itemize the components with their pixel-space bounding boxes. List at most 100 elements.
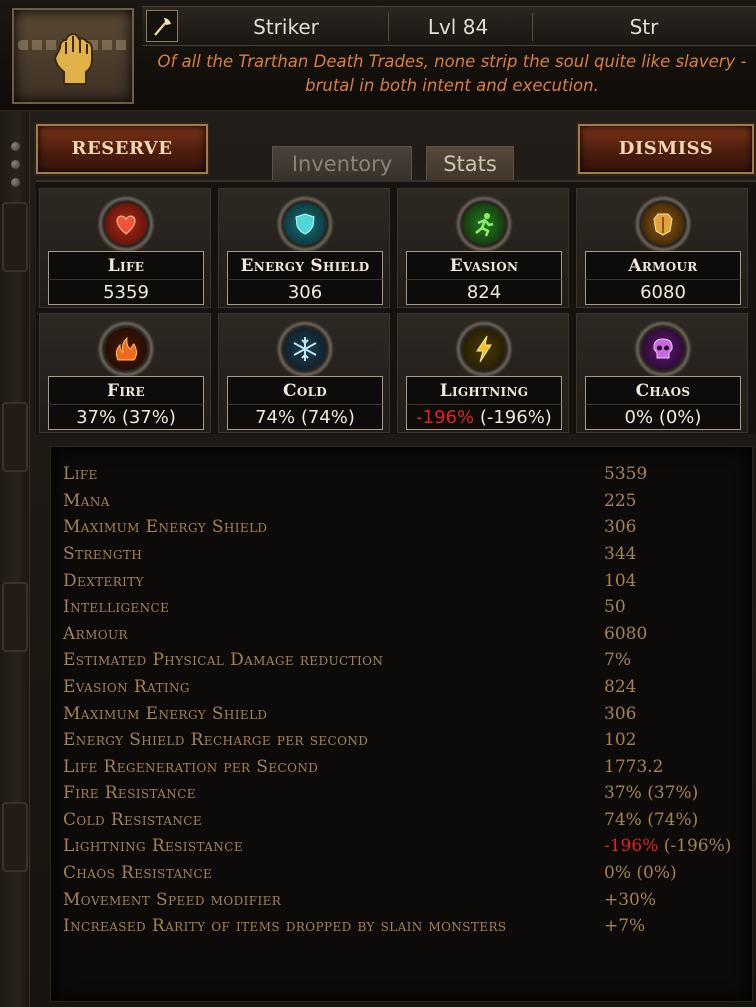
stat-row: Chaos Resistance 0% (0%): [51, 860, 751, 887]
stat-value: +30%: [604, 890, 657, 910]
card-value: 74% (74%): [227, 404, 383, 430]
stat-row: Life Regeneration per Second 1773.2: [51, 754, 751, 781]
dismiss-button[interactable]: DISMISS: [578, 124, 754, 174]
negative-value: -196%: [604, 836, 659, 856]
chained-fist-icon: [52, 30, 96, 86]
card-value: 306: [227, 279, 383, 305]
reserve-button[interactable]: RESERVE: [36, 124, 208, 174]
stat-name: Lightning Resistance: [63, 836, 244, 856]
chaos-skull-icon: [634, 320, 692, 378]
stat-row: Maximum Energy Shield 306: [51, 514, 751, 541]
card-evasion: Evasion 824: [397, 188, 569, 308]
stat-row: Cold Resistance 74% (74%): [51, 807, 751, 834]
header-bar: Striker Lvl 84 Str: [142, 6, 756, 46]
defence-cards: Life 5359 Energy Shield 306 Evasion 824 …: [36, 180, 756, 434]
stat-row: Strength 344: [51, 541, 751, 568]
stat-row: Life 5359: [51, 461, 751, 488]
stat-row: Maximum Energy Shield 306: [51, 701, 751, 728]
value-rest: (-196%): [474, 407, 552, 428]
stat-value: -196% (-196%): [604, 833, 731, 860]
stat-name: Life: [63, 464, 98, 484]
stat-name: Dexterity: [63, 571, 144, 591]
hireling-level: Lvl 84: [427, 15, 489, 39]
stat-name: Chaos Resistance: [63, 863, 213, 883]
card-label: Evasion: [406, 251, 562, 279]
stat-value: 50: [604, 597, 626, 617]
card-life: Life 5359: [39, 188, 211, 308]
strap: [2, 802, 28, 872]
stat-row: Energy Shield Recharge per second 102: [51, 727, 751, 754]
stat-value: 5359: [604, 464, 648, 484]
card-fire: Fire 37% (37%): [39, 313, 211, 433]
card-value: 5359: [48, 279, 204, 305]
card-label: Life: [48, 251, 204, 279]
energy-shield-icon: [276, 195, 334, 253]
card-label: Armour: [585, 251, 741, 279]
stat-value: 344: [604, 544, 637, 564]
stat-value: 306: [604, 517, 637, 537]
stat-name: Intelligence: [63, 597, 170, 617]
portrait: [12, 8, 134, 104]
stat-name: Strength: [63, 544, 143, 564]
stat-row: Dexterity 104: [51, 568, 751, 595]
snowflake-icon: [276, 320, 334, 378]
card-value: -196% (-196%): [406, 404, 562, 430]
stat-row: Mana 225: [51, 488, 751, 515]
hireling-header: Striker Lvl 84 Str Of all the Trarthan D…: [0, 0, 756, 112]
rivet: [11, 160, 20, 169]
stat-name: Cold Resistance: [63, 810, 203, 830]
axe-icon: [146, 10, 178, 42]
stat-row: Movement Speed modifier +30%: [51, 887, 751, 914]
tab-inventory[interactable]: Inventory: [272, 146, 412, 182]
stat-value: 6080: [604, 624, 648, 644]
stat-value: 824: [604, 677, 637, 697]
stat-name: Fire Resistance: [63, 783, 196, 803]
stat-name: Armour: [63, 624, 128, 644]
card-cold: Cold 74% (74%): [218, 313, 390, 433]
stat-name: Evasion Rating: [63, 677, 190, 697]
stat-name: Life Regeneration per Second: [63, 757, 319, 777]
hireling-attribute: Str: [629, 15, 659, 39]
flavor-line: Of all the Trarthan Death Trades, none s…: [157, 52, 747, 71]
stat-value: +7%: [604, 916, 646, 936]
card-energy-shield: Energy Shield 306: [218, 188, 390, 308]
card-value: 0% (0%): [585, 404, 741, 430]
lightning-bolt-icon: [455, 320, 513, 378]
rivet: [11, 142, 20, 151]
stat-value: 104: [604, 571, 637, 591]
stat-name: Mana: [63, 491, 110, 511]
stat-name: Increased Rarity of items dropped by sla…: [63, 916, 507, 936]
stat-name: Maximum Energy Shield: [63, 517, 268, 537]
chest-armour-icon: [634, 195, 692, 253]
stat-value: 102: [604, 730, 637, 750]
flame-icon: [97, 320, 155, 378]
stat-name: Estimated Physical Damage reduction: [63, 650, 384, 670]
strap: [2, 402, 28, 472]
card-value: 37% (37%): [48, 404, 204, 430]
stat-name: Maximum Energy Shield: [63, 704, 268, 724]
negative-value: -196%: [416, 407, 475, 428]
running-figure-icon: [455, 195, 513, 253]
rivet: [11, 178, 20, 187]
stat-row: Evasion Rating 824: [51, 674, 751, 701]
stat-value: 306: [604, 704, 637, 724]
card-lightning: Lightning -196% (-196%): [397, 313, 569, 433]
stat-row: Intelligence 50: [51, 594, 751, 621]
stats-list[interactable]: Life 5359 Mana 225 Maximum Energy Shield 30…: [50, 446, 753, 1002]
card-value: 6080: [585, 279, 741, 305]
flavor-line: brutal in both intent and execution.: [305, 76, 599, 95]
stat-value: 225: [604, 491, 637, 511]
value-rest: (-196%): [658, 836, 732, 856]
card-label: Energy Shield: [227, 251, 383, 279]
stat-value: 0% (0%): [604, 863, 677, 883]
stat-row: Armour 6080: [51, 621, 751, 648]
tab-stats[interactable]: Stats: [426, 146, 514, 182]
card-label: Lightning: [406, 376, 562, 404]
card-label: Cold: [227, 376, 383, 404]
stat-value: 1773.2: [604, 757, 664, 777]
card-label: Fire: [48, 376, 204, 404]
stat-row: Increased Rarity of items dropped by sla…: [51, 913, 751, 940]
stat-value: 74% (74%): [604, 810, 699, 830]
hireling-name: Striker: [253, 15, 319, 39]
stat-value: 37% (37%): [604, 783, 699, 803]
